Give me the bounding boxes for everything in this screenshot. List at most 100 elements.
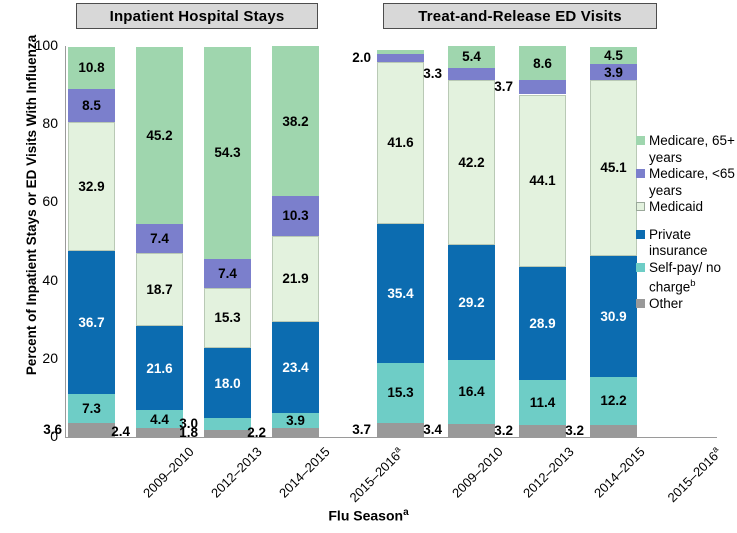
bar-segment[interactable]: 7.4 xyxy=(136,223,183,253)
legend-swatch-self-pay-no-charge xyxy=(636,262,645,272)
bar-segment[interactable]: 15.3 xyxy=(377,362,424,423)
bar-segment[interactable]: 8.5 xyxy=(68,89,115,123)
segment-value-label: 3.3 xyxy=(423,65,442,81)
segment-value-label: 3.7 xyxy=(494,79,513,95)
x-tick-label: 2012–2013 xyxy=(520,444,577,501)
bar-segment[interactable]: 45.2 xyxy=(136,47,183,224)
segment-value-label: 35.4 xyxy=(387,286,414,302)
bar-segment[interactable]: 42.2 xyxy=(448,80,495,246)
bar-segment[interactable]: 23.4 xyxy=(272,321,319,414)
segment-value-label: 45.1 xyxy=(600,160,627,176)
segment-value-label: 4.5 xyxy=(604,48,623,64)
bar-segment[interactable]: 44.1 xyxy=(519,94,566,267)
bar-segment[interactable]: 21.6 xyxy=(136,325,183,411)
segment-value-label: 7.4 xyxy=(218,266,237,282)
x-tick-footnote: a xyxy=(709,444,721,455)
segment-value-label: 15.3 xyxy=(387,385,414,401)
segment-value-label: 41.6 xyxy=(387,135,414,151)
bar-segment[interactable]: 15.3 xyxy=(204,288,251,348)
legend-footnote: b xyxy=(690,278,696,289)
segment-value-label: 3.7 xyxy=(352,421,371,437)
bar-segment[interactable]: 36.7 xyxy=(68,250,115,395)
bar-segment[interactable]: 5.4 xyxy=(448,46,495,68)
bar-segment[interactable]: 3.9 xyxy=(590,64,637,80)
segment-value-label: 21.9 xyxy=(282,271,309,287)
legend-label: Medicare, 65+ years xyxy=(649,133,735,165)
bar-segment[interactable]: 45.1 xyxy=(590,79,637,256)
bar-stack[interactable]: 12.2 30.9 45.1 3.9 4.5 xyxy=(590,46,637,437)
y-tick-60: 60 xyxy=(42,193,58,210)
bar-segment[interactable] xyxy=(519,80,566,95)
bar-segment[interactable]: 29.2 xyxy=(448,245,495,360)
bar-segment[interactable]: 18.7 xyxy=(136,252,183,326)
bar-segment[interactable]: 21.9 xyxy=(272,236,319,322)
legend-item-self-pay-no-charge[interactable]: Self-pay/ no chargeb xyxy=(636,260,737,297)
bar-segment[interactable] xyxy=(377,53,424,62)
bar-segment[interactable]: 18.0 xyxy=(204,347,251,419)
segment-value-label: 3.4 xyxy=(423,422,442,438)
bar-stack[interactable]: 3.9 23.4 21.9 10.3 38.2 xyxy=(272,46,319,437)
legend-item-medicare-under-65[interactable]: Medicare, <65 years xyxy=(636,166,737,199)
segment-value-label: 11.4 xyxy=(529,394,556,410)
segment-value-label: 16.4 xyxy=(458,384,485,400)
bar-segment[interactable]: 3.9 xyxy=(272,413,319,429)
legend-item-private-insurance[interactable]: Private insurance xyxy=(636,227,737,260)
bar-stack[interactable]: 18.0 15.3 7.4 54.3 xyxy=(204,46,251,437)
segment-value-label: 30.9 xyxy=(600,308,627,324)
bar-segment[interactable]: 10.8 xyxy=(68,46,115,90)
legend-swatch-private-insurance xyxy=(636,229,645,239)
bar-segment[interactable]: 7.3 xyxy=(68,394,115,423)
legend-item-medicaid[interactable]: Medicaid xyxy=(636,199,737,216)
legend-label: Private insurance xyxy=(649,226,708,259)
segment-value-label: 3.9 xyxy=(604,64,623,80)
segment-value-label: 45.2 xyxy=(146,128,173,144)
bar-segment[interactable]: 38.2 xyxy=(272,46,319,196)
bar-segment[interactable]: 41.6 xyxy=(377,61,424,225)
bar-segment[interactable]: 4.5 xyxy=(590,46,637,65)
bar-segment[interactable]: 54.3 xyxy=(204,46,251,260)
x-axis-title-footnote: a xyxy=(403,507,409,518)
bar-segment[interactable]: 35.4 xyxy=(377,224,424,363)
legend-swatch-other xyxy=(636,299,645,308)
bar-stack[interactable]: 4.4 21.6 18.7 7.4 45.2 xyxy=(136,46,183,437)
bar-stack[interactable]: 15.3 35.4 41.6 xyxy=(377,46,424,437)
bar-segment[interactable]: 32.9 xyxy=(68,122,115,251)
bar-segment[interactable]: 16.4 xyxy=(448,359,495,424)
bar-segment[interactable]: 28.9 xyxy=(519,266,566,380)
bar-segment[interactable] xyxy=(590,424,637,437)
segment-value-label: 21.6 xyxy=(146,360,173,376)
legend-swatch-medicare-under-65 xyxy=(636,169,645,178)
bar-segment[interactable]: 11.4 xyxy=(519,379,566,425)
y-tick-80: 80 xyxy=(42,115,58,132)
segment-value-label: 15.3 xyxy=(214,310,241,326)
legend-swatch-medicare-65-plus xyxy=(636,136,645,145)
bar-segment[interactable]: 7.4 xyxy=(204,259,251,289)
bar-stack[interactable]: 7.3 36.7 32.9 8.5 10.8 xyxy=(68,46,115,437)
bar-segment[interactable]: 12.2 xyxy=(590,376,637,425)
segment-value-label: 12.2 xyxy=(600,393,627,409)
bar-stack[interactable]: 11.4 28.9 44.1 8.6 xyxy=(519,46,566,437)
legend-item-other[interactable]: Other xyxy=(636,296,737,313)
segment-value-label: 36.7 xyxy=(78,315,105,331)
segment-value-label: 23.4 xyxy=(282,359,309,375)
segment-value-label: 29.2 xyxy=(458,295,485,310)
bar-segment[interactable]: 30.9 xyxy=(590,255,637,377)
x-tick-label: 2009–2010 xyxy=(140,444,197,501)
segment-value-label: 38.2 xyxy=(282,113,309,129)
legend-item-medicare-65-plus[interactable]: Medicare, 65+ years xyxy=(636,133,737,166)
x-tick-label: 2014–2015 xyxy=(591,444,648,501)
bar-stack[interactable]: 16.4 29.2 42.2 5.4 xyxy=(448,46,495,437)
bar-segment[interactable] xyxy=(272,428,319,437)
x-tick-footnote: a xyxy=(391,444,403,455)
x-tick-label: 2014–2015 xyxy=(276,444,333,501)
segment-value-label: 42.2 xyxy=(458,155,485,171)
segment-value-label: 3.2 xyxy=(494,422,513,438)
x-axis-title-text: Flu Season xyxy=(328,507,404,524)
segment-value-label: 8.6 xyxy=(533,55,552,71)
x-tick-label: 2009–2010 xyxy=(449,444,506,501)
chart-canvas: Inpatient Hospital Stays Treat-and-Relea… xyxy=(0,0,737,533)
bar-segment[interactable] xyxy=(377,49,424,54)
bar-segment[interactable]: 8.6 xyxy=(519,46,566,81)
segment-value-label: 18.7 xyxy=(146,281,173,297)
bar-segment[interactable]: 10.3 xyxy=(272,195,319,237)
